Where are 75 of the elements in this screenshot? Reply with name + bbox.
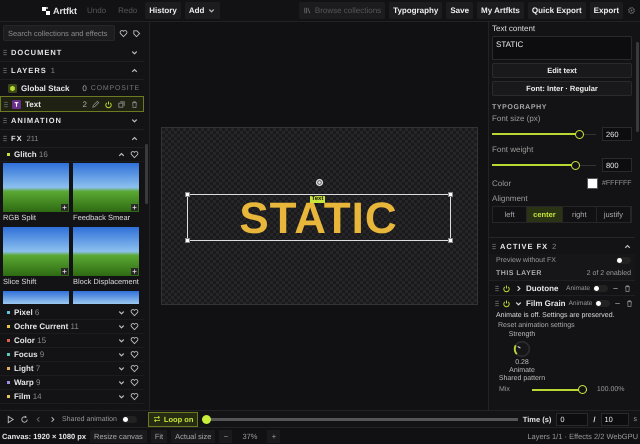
photo-placeholder[interactable]	[3, 227, 69, 276]
category-title[interactable]: Warp 9	[14, 378, 113, 387]
toolbar-button[interactable]: Export	[590, 2, 623, 19]
layer-row[interactable]: Text 2	[0, 96, 144, 112]
photo-placeholder[interactable]	[3, 163, 69, 212]
chevron-up-icon[interactable]	[117, 150, 126, 159]
trash-icon[interactable]	[623, 284, 632, 292]
add-icon[interactable]	[61, 268, 68, 275]
field-label: Text content	[492, 24, 536, 33]
slider-handle[interactable]	[574, 130, 584, 138]
toolbar-button[interactable]: My Artfkts	[477, 2, 524, 19]
shared-animation-toggle[interactable]	[122, 416, 137, 422]
toolbar-button[interactable]: History	[145, 2, 181, 19]
pencil-icon[interactable]	[91, 100, 100, 108]
category-title[interactable]: Glitch 16	[14, 150, 113, 159]
hexagon-icon	[8, 84, 17, 92]
heart-icon[interactable]	[119, 28, 128, 38]
toolbar-button[interactable]: Save	[446, 2, 474, 19]
power-icon[interactable]	[104, 100, 113, 108]
trash-icon[interactable]	[625, 298, 634, 308]
power-icon[interactable]	[502, 284, 511, 292]
category-title[interactable]: Color 15	[14, 336, 113, 345]
power-icon[interactable]	[502, 298, 511, 308]
loop-icon	[152, 415, 161, 423]
heart-icon[interactable]	[130, 150, 139, 159]
slider-handle[interactable]	[578, 385, 587, 394]
category-title[interactable]: Pixel 6	[14, 308, 113, 317]
add-icon[interactable]	[61, 204, 68, 211]
animate-toggle[interactable]	[593, 284, 608, 292]
rotate-handle-icon[interactable]	[314, 178, 324, 187]
color-swatch[interactable]	[587, 178, 598, 189]
category-title[interactable]: Film 14	[14, 392, 113, 401]
drag-handle-icon[interactable]	[3, 67, 7, 74]
slider-handle[interactable]	[570, 160, 580, 170]
toolbar-button[interactable]: Quick Export	[528, 2, 586, 19]
preview-toggle[interactable]	[616, 257, 631, 264]
effect-name: Film Grain	[526, 298, 566, 308]
toolbar-button[interactable]: Typography	[389, 2, 442, 19]
drag-handle-icon[interactable]	[4, 100, 8, 108]
text-content-field[interactable]: STATIC	[492, 36, 632, 60]
text-layer-icon	[12, 100, 21, 108]
category-title[interactable]: Focus 9	[14, 350, 113, 359]
drag-handle-icon[interactable]	[3, 49, 7, 56]
photo-placeholder[interactable]	[3, 291, 69, 304]
playhead[interactable]	[202, 414, 212, 424]
add-icon[interactable]	[131, 268, 138, 275]
tag-icon[interactable]	[132, 28, 141, 38]
strength-knob[interactable]	[512, 339, 532, 359]
logo-icon	[42, 6, 50, 14]
category-title[interactable]: Light 7	[14, 364, 113, 373]
drag-handle-icon[interactable]	[492, 242, 496, 250]
canvas-text: STATIC	[239, 203, 398, 236]
effect-name: Duotone	[526, 284, 560, 292]
field-label: Font weight	[492, 145, 534, 154]
drag-handle-icon[interactable]	[3, 117, 7, 124]
settings-icon[interactable]	[627, 6, 636, 15]
photo-placeholder[interactable]	[73, 227, 139, 276]
copy-icon[interactable]	[117, 100, 126, 108]
animate-toggle[interactable]	[595, 300, 610, 306]
chevron-up-icon[interactable]	[130, 66, 139, 75]
add-menu[interactable]: Add	[184, 2, 220, 19]
drag-handle-icon[interactable]	[3, 135, 7, 142]
play-icon[interactable]	[6, 414, 15, 424]
app-name: Artfkt	[53, 6, 77, 16]
refresh-icon[interactable]	[20, 414, 29, 424]
field-label: Color	[492, 179, 512, 188]
drag-handle-icon[interactable]	[495, 284, 499, 292]
drag-handle-icon[interactable]	[495, 300, 499, 306]
field-label: Alignment	[492, 194, 529, 203]
category-title[interactable]: Ochre Current 11	[14, 322, 113, 331]
books-icon	[302, 6, 312, 15]
trash-icon[interactable]	[130, 100, 139, 108]
add-icon[interactable]	[131, 204, 138, 211]
field-label: Font size (px)	[492, 114, 542, 123]
chevron-up-icon[interactable]	[130, 134, 139, 143]
